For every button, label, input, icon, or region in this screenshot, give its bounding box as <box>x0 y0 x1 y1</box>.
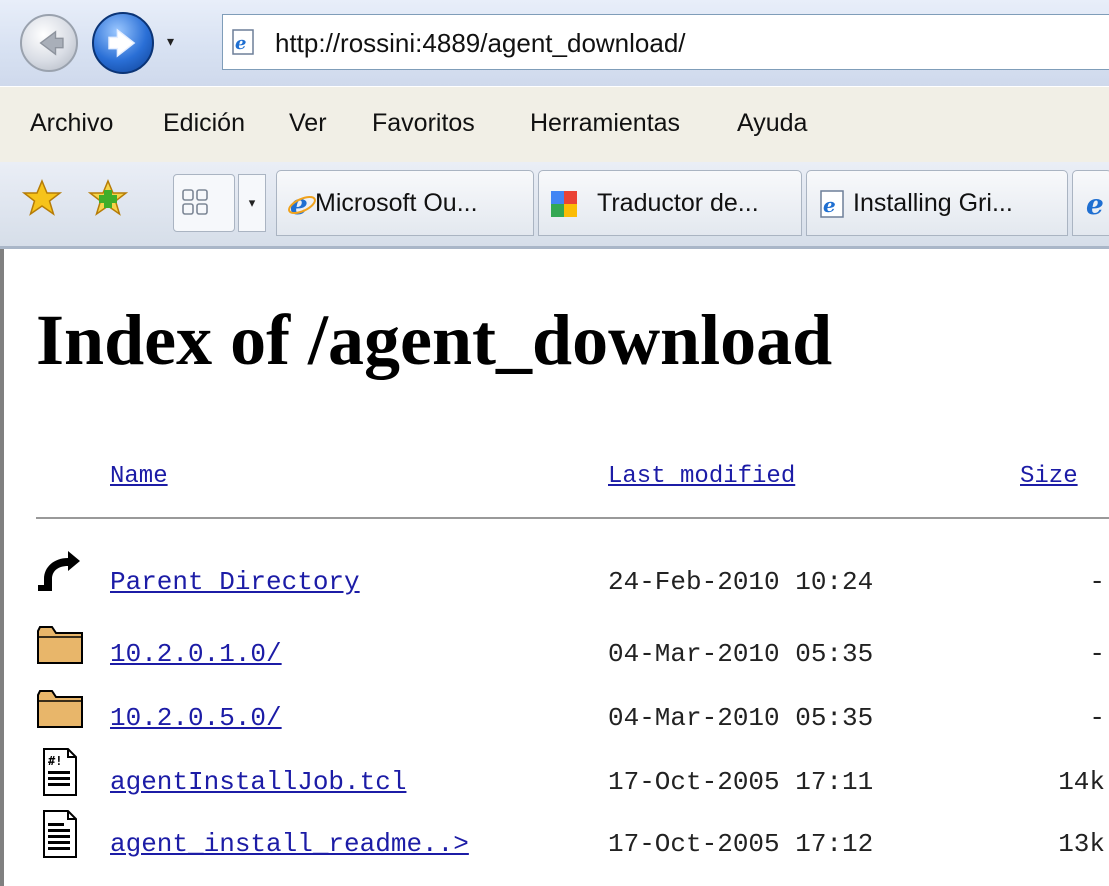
menu-archivo[interactable]: Archivo <box>30 109 113 138</box>
menu-herramientas[interactable]: Herramientas <box>530 109 680 138</box>
quick-tabs-button[interactable] <box>173 174 235 232</box>
tab-installing-grid[interactable]: e Installing Gri... <box>806 170 1068 236</box>
google-translate-icon <box>551 191 577 217</box>
row-size: - <box>1089 639 1105 669</box>
row-last-modified: 04-Mar-2010 05:35 <box>608 639 874 669</box>
forward-arrow-icon <box>108 28 136 58</box>
forward-button[interactable] <box>92 12 154 74</box>
table-row: #! agentInstallJob.tcl 17-Oct-2005 17:11… <box>4 747 1109 811</box>
back-arrow-icon <box>39 30 64 56</box>
column-header-name[interactable]: Name <box>110 463 168 490</box>
row-size: 14k <box>1058 767 1105 797</box>
page-content: Index of /agent_download Name Last modif… <box>0 249 1109 886</box>
menu-ayuda[interactable]: Ayuda <box>737 109 807 138</box>
favorites-star-icon[interactable] <box>22 178 62 218</box>
menu-edicion[interactable]: Edición <box>163 109 245 138</box>
row-size: - <box>1089 703 1105 733</box>
table-row: agent_install_readme..> 17-Oct-2005 17:1… <box>4 809 1109 873</box>
link-file[interactable]: agentInstallJob.tcl <box>110 767 406 797</box>
svg-text:e: e <box>823 193 836 217</box>
tab-traductor[interactable]: Traductor de... <box>538 170 802 236</box>
folder-icon <box>37 626 83 664</box>
page-favicon-icon: e <box>232 29 254 55</box>
tab-label: Microsoft Ou... <box>315 189 478 217</box>
link-folder[interactable]: 10.2.0.1.0/ <box>110 639 282 669</box>
link-folder[interactable]: 10.2.0.5.0/ <box>110 703 282 733</box>
tab-microsoft-outlook[interactable]: e Microsoft Ou... <box>276 170 534 236</box>
menu-ver[interactable]: Ver <box>289 109 327 138</box>
table-row: Parent Directory 24-Feb-2010 10:24 - <box>4 547 1109 611</box>
tab-list-dropdown-button[interactable]: ▾ <box>238 174 266 232</box>
script-file-icon: #! <box>43 748 77 796</box>
row-size: - <box>1089 567 1105 597</box>
tab-label: Installing Gri... <box>853 189 1013 217</box>
page-title: Index of /agent_download <box>36 300 833 380</box>
column-header-size[interactable]: Size <box>1020 463 1078 490</box>
quick-tabs-icon <box>182 189 208 215</box>
row-size: 13k <box>1058 829 1105 859</box>
text-file-icon <box>43 810 77 858</box>
ie-icon: e <box>1086 189 1104 219</box>
tab-partial[interactable]: e <box>1072 170 1109 236</box>
link-file[interactable]: agent_install_readme..> <box>110 829 469 859</box>
svg-text:e: e <box>1086 189 1104 219</box>
navigation-bar: ▾ e http://rossini:4889/agent_download/ <box>0 0 1109 86</box>
ie-page-icon: e <box>820 190 844 218</box>
table-row: 10.2.0.1.0/ 04-Mar-2010 05:35 - <box>4 619 1109 683</box>
row-last-modified: 24-Feb-2010 10:24 <box>608 567 874 597</box>
column-header-last-modified[interactable]: Last modified <box>608 463 795 490</box>
address-bar[interactable]: e http://rossini:4889/agent_download/ <box>222 14 1109 70</box>
row-last-modified: 04-Mar-2010 05:35 <box>608 703 874 733</box>
menu-favoritos[interactable]: Favoritos <box>372 109 475 138</box>
row-last-modified: 17-Oct-2005 17:11 <box>608 767 874 797</box>
svg-text:#!: #! <box>48 754 62 768</box>
folder-icon <box>37 690 83 728</box>
back-arrow-icon <box>38 551 80 591</box>
link-parent-directory[interactable]: Parent Directory <box>110 567 360 597</box>
ie-icon: e <box>288 189 316 219</box>
history-dropdown-button[interactable]: ▾ <box>167 34 183 50</box>
header-divider <box>36 517 1109 519</box>
tab-label: Traductor de... <box>597 189 759 217</box>
menu-bar: Archivo Edición Ver Favoritos Herramient… <box>0 86 1109 164</box>
add-favorite-icon[interactable] <box>88 178 128 218</box>
svg-text:e: e <box>235 33 246 54</box>
back-button[interactable] <box>20 14 78 72</box>
tab-bar: ▾ e Microsoft Ou... Traductor de... e In… <box>0 162 1109 249</box>
row-last-modified: 17-Oct-2005 17:12 <box>608 829 874 859</box>
address-text[interactable]: http://rossini:4889/agent_download/ <box>275 28 686 59</box>
table-row: 10.2.0.5.0/ 04-Mar-2010 05:35 - <box>4 683 1109 747</box>
